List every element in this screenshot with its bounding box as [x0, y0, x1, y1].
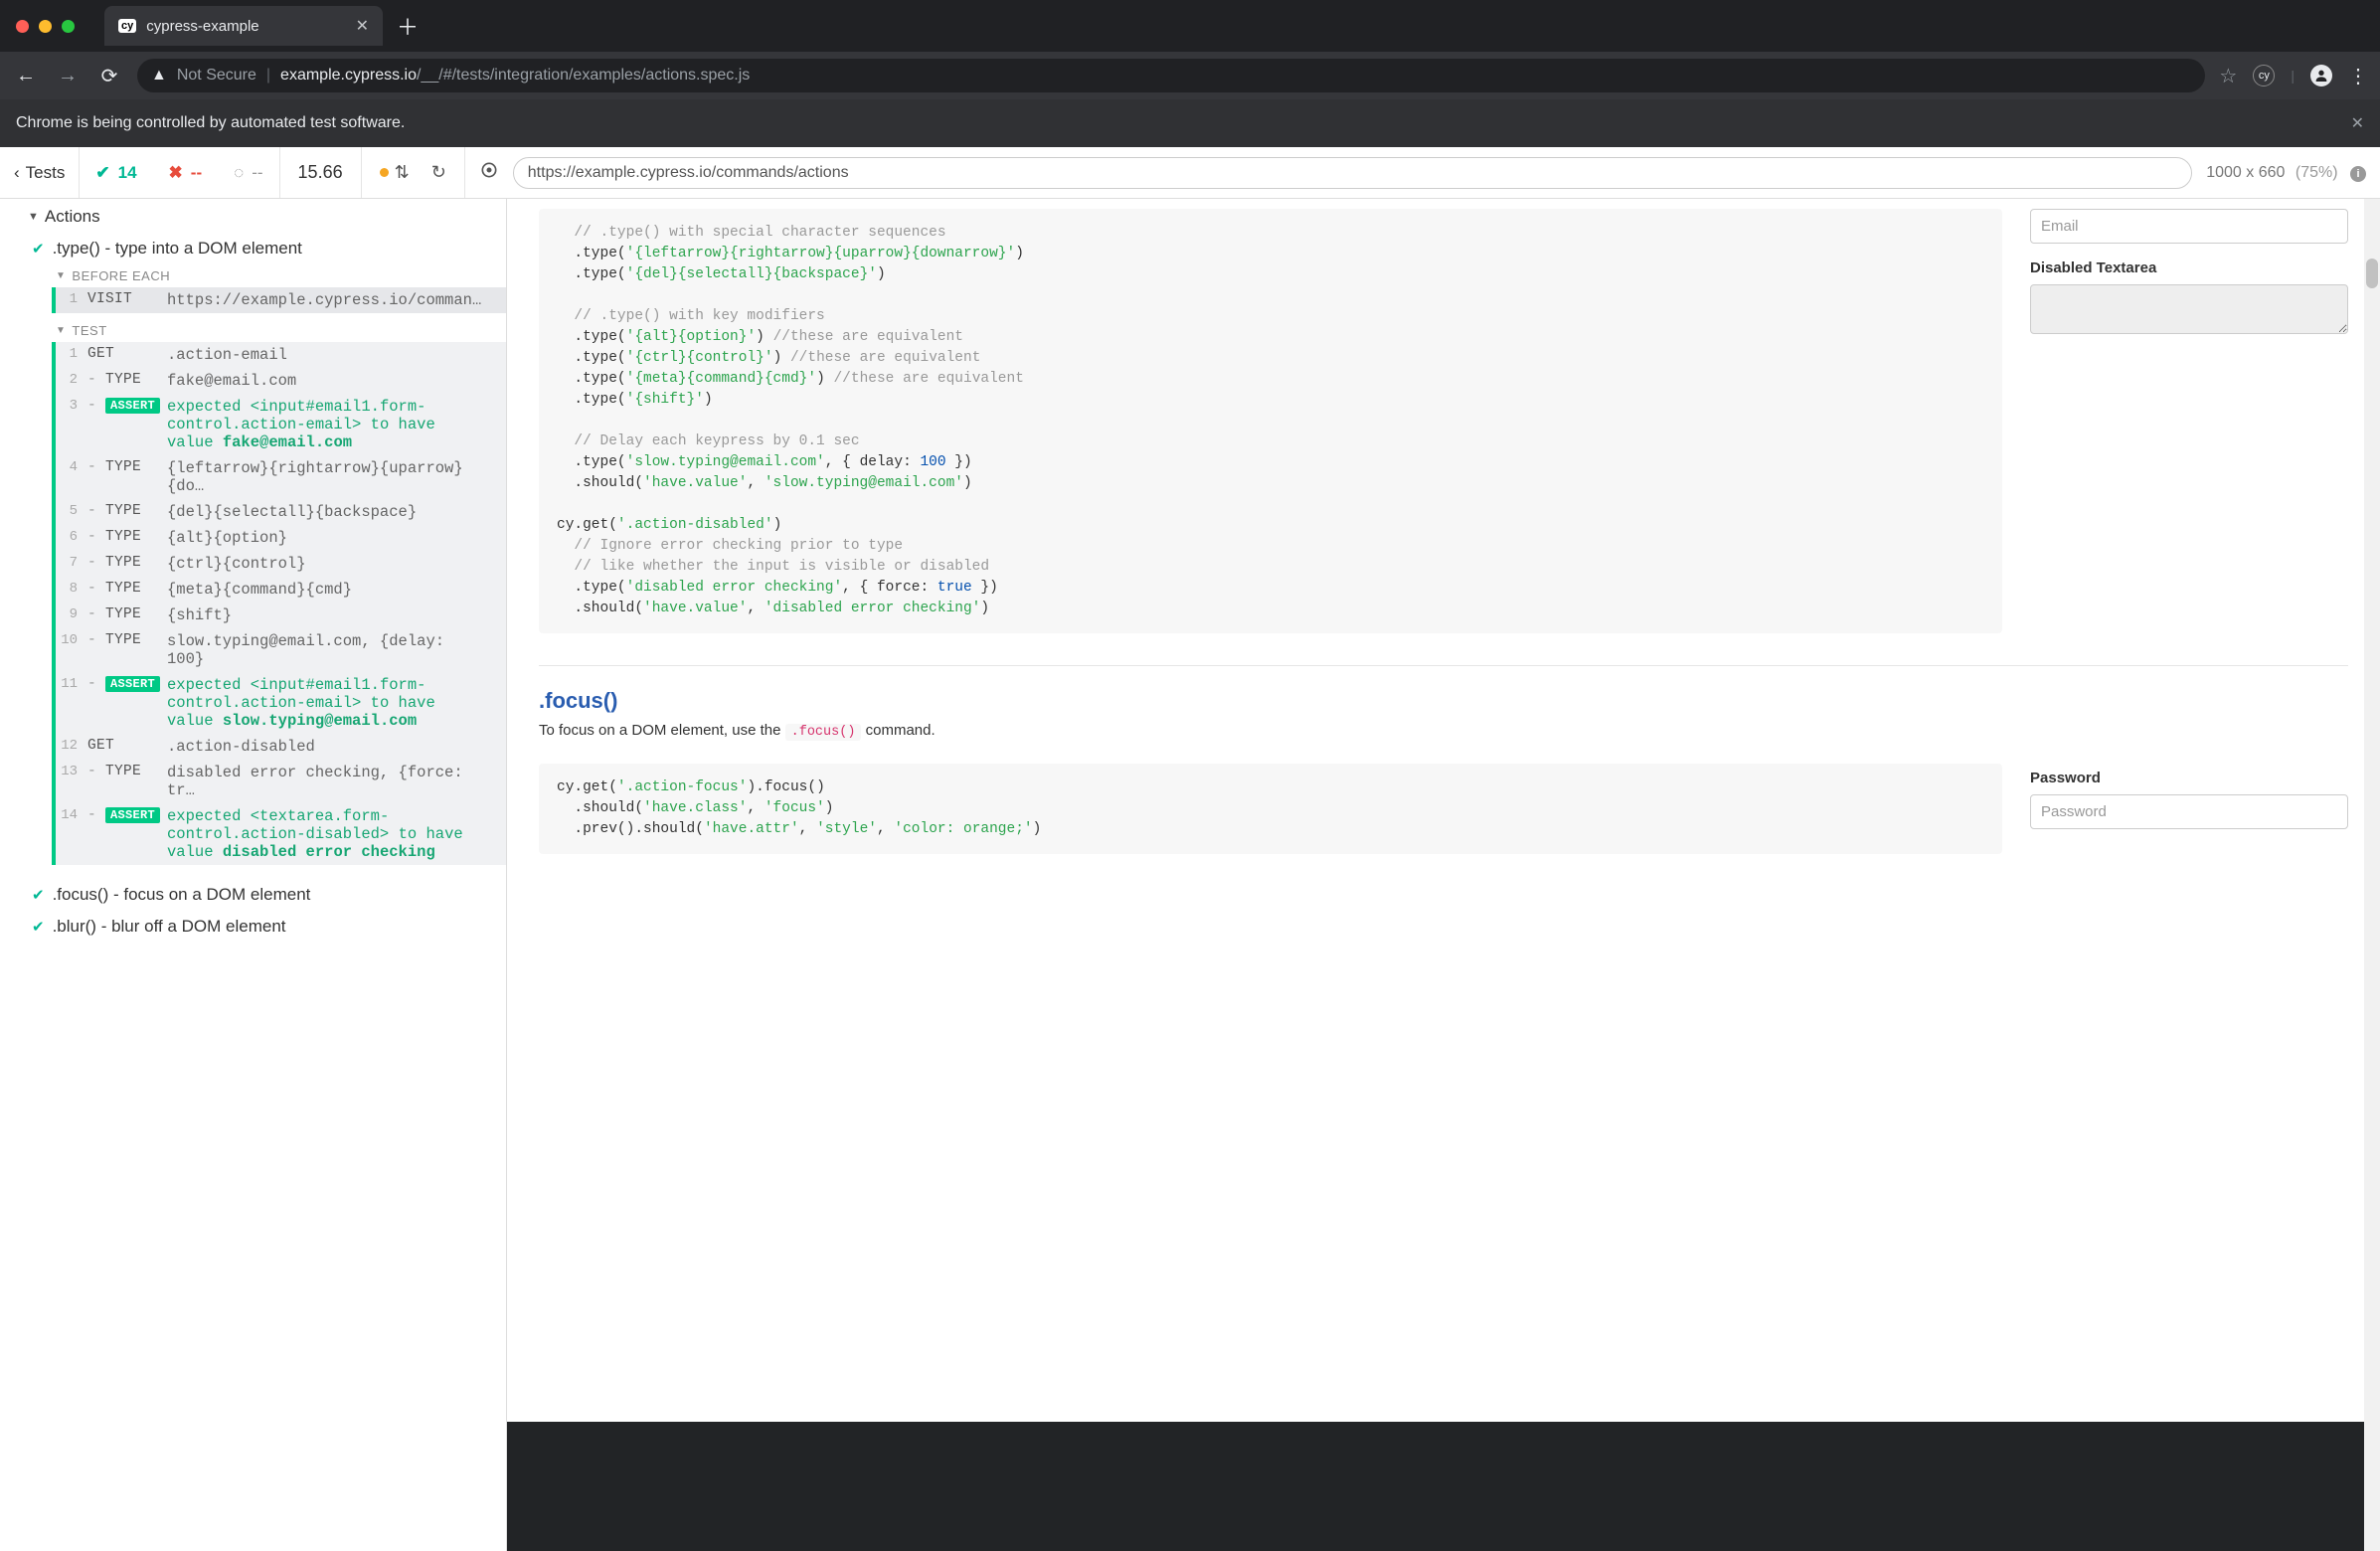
password-label: Password	[2030, 770, 2348, 786]
command-row[interactable]: 12GET.action-disabled	[56, 734, 506, 760]
command-row[interactable]: 1 VISIT https://example.cypress.io/comma…	[56, 287, 506, 313]
command-row[interactable]: 7TYPE{ctrl}{control}	[56, 551, 506, 577]
auto-scroll-icon[interactable]: ⇅	[395, 162, 410, 183]
caret-down-icon: ▼	[56, 325, 66, 336]
x-icon: ✖	[169, 163, 183, 183]
info-icon: i	[2350, 166, 2366, 182]
disabled-textarea-label: Disabled Textarea	[2030, 259, 2348, 276]
close-window-icon[interactable]	[16, 20, 29, 33]
aut-url-display[interactable]: https://example.cypress.io/commands/acti…	[513, 157, 2192, 189]
tab-title: cypress-example	[146, 18, 345, 35]
insecure-icon: ▲	[151, 67, 167, 85]
command-row[interactable]: 9TYPE{shift}	[56, 603, 506, 628]
new-tab-button[interactable]: ＋	[383, 10, 432, 42]
chevron-left-icon: ‹	[14, 163, 20, 183]
selector-playground-icon[interactable]	[479, 160, 499, 185]
infobar-text: Chrome is being controlled by automated …	[16, 114, 405, 132]
password-input[interactable]	[2030, 794, 2348, 829]
command-row[interactable]: 14ASSERTexpected <textarea.form-control.…	[56, 803, 506, 865]
infobar-close-icon[interactable]: ✕	[2351, 113, 2364, 133]
check-icon: ✔	[32, 240, 45, 258]
command-log: ▼ Actions ✔ .type() - type into a DOM el…	[0, 199, 507, 1551]
code-block: // .type() with special character sequen…	[539, 209, 2002, 633]
address-bar[interactable]: ▲ Not Secure | example.cypress.io/__/#/t…	[137, 59, 2205, 92]
back-button[interactable]: ←	[12, 65, 40, 87]
cypress-header: ‹ Tests ✔ 14 ✖ -- ◌ -- 15.66 ⇅ ↻ https:/…	[0, 147, 2380, 199]
window-controls[interactable]	[10, 20, 85, 33]
forward-button[interactable]: →	[54, 65, 82, 87]
menu-icon[interactable]: ⋮	[2348, 64, 2368, 88]
command-row[interactable]: 13TYPEdisabled error checking, {force: t…	[56, 760, 506, 803]
test-title[interactable]: ✔ .blur() - blur off a DOM element	[0, 911, 506, 943]
address-bar-row: ← → ⟳ ▲ Not Secure | example.cypress.io/…	[0, 52, 2380, 99]
status-dot-icon	[380, 168, 389, 177]
automation-infobar: Chrome is being controlled by automated …	[0, 99, 2380, 147]
bookmark-icon[interactable]: ☆	[2219, 64, 2237, 88]
check-icon: ✔	[32, 918, 45, 936]
command-row[interactable]: 10TYPEslow.typing@email.com, {delay: 100…	[56, 628, 506, 672]
browser-chrome: cy cypress-example ✕ ＋ ← → ⟳ ▲ Not Secur…	[0, 0, 2380, 147]
email-input[interactable]	[2030, 209, 2348, 244]
tab-favicon: cy	[118, 19, 136, 33]
browser-tab[interactable]: cy cypress-example ✕	[104, 6, 383, 46]
aut-letterbox	[507, 1422, 2380, 1551]
test-title[interactable]: ✔ .type() - type into a DOM element	[0, 233, 506, 264]
tab-bar: cy cypress-example ✕ ＋	[0, 0, 2380, 52]
circle-icon: ◌	[234, 163, 244, 183]
rerun-button[interactable]: ↻	[431, 162, 446, 183]
check-icon: ✔	[32, 886, 45, 904]
command-row[interactable]: 6TYPE{alt}{option}	[56, 525, 506, 551]
url-path: /__/#/tests/integration/examples/actions…	[417, 67, 750, 84]
command-row[interactable]: 1GET.action-email	[56, 342, 506, 368]
close-tab-icon[interactable]: ✕	[356, 16, 369, 36]
tests-label: Tests	[26, 163, 66, 183]
section-title-focus[interactable]: .focus()	[527, 688, 2360, 718]
minimize-window-icon[interactable]	[39, 20, 52, 33]
security-label: Not Secure	[177, 67, 256, 85]
caret-down-icon: ▼	[28, 211, 39, 223]
command-row[interactable]: 3ASSERTexpected <input#email1.form-contr…	[56, 394, 506, 455]
caret-down-icon: ▼	[56, 270, 66, 281]
command-row[interactable]: 8TYPE{meta}{command}{cmd}	[56, 577, 506, 603]
divider	[539, 665, 2348, 666]
command-row[interactable]: 11ASSERTexpected <input#email1.form-cont…	[56, 672, 506, 734]
aut-panel: // .type() with special character sequen…	[507, 199, 2380, 1551]
url-host: example.cypress.io	[280, 67, 417, 84]
cypress-extension-icon[interactable]: cy	[2253, 65, 2275, 86]
command-row[interactable]: 2TYPEfake@email.com	[56, 368, 506, 394]
section-description: To focus on a DOM element, use the .focu…	[527, 718, 2360, 754]
command-row[interactable]: 4TYPE{leftarrow}{rightarrow}{uparrow}{do…	[56, 455, 506, 499]
check-icon: ✔	[95, 163, 109, 183]
suite-title[interactable]: ▼ Actions	[0, 199, 506, 233]
maximize-window-icon[interactable]	[62, 20, 75, 33]
scrollbar[interactable]	[2364, 199, 2380, 1551]
hook-test[interactable]: ▼ TEST	[0, 319, 506, 342]
pending-count: ◌ --	[218, 147, 278, 198]
tests-back-button[interactable]: ‹ Tests	[0, 147, 80, 198]
disabled-textarea[interactable]	[2030, 284, 2348, 334]
failed-count: ✖ --	[153, 147, 219, 198]
reload-button[interactable]: ⟳	[95, 64, 123, 88]
hook-before-each[interactable]: ▼ BEFORE EACH	[0, 264, 506, 287]
command-row[interactable]: 5TYPE{del}{selectall}{backspace}	[56, 499, 506, 525]
viewport-info[interactable]: 1000 x 660 (75%) i	[2206, 164, 2366, 182]
profile-icon[interactable]	[2310, 65, 2332, 86]
test-title[interactable]: ✔ .focus() - focus on a DOM element	[0, 879, 506, 911]
code-block: cy.get('.action-focus').focus() .should(…	[539, 764, 2002, 854]
duration: 15.66	[279, 147, 362, 198]
passed-count: ✔ 14	[80, 147, 152, 198]
